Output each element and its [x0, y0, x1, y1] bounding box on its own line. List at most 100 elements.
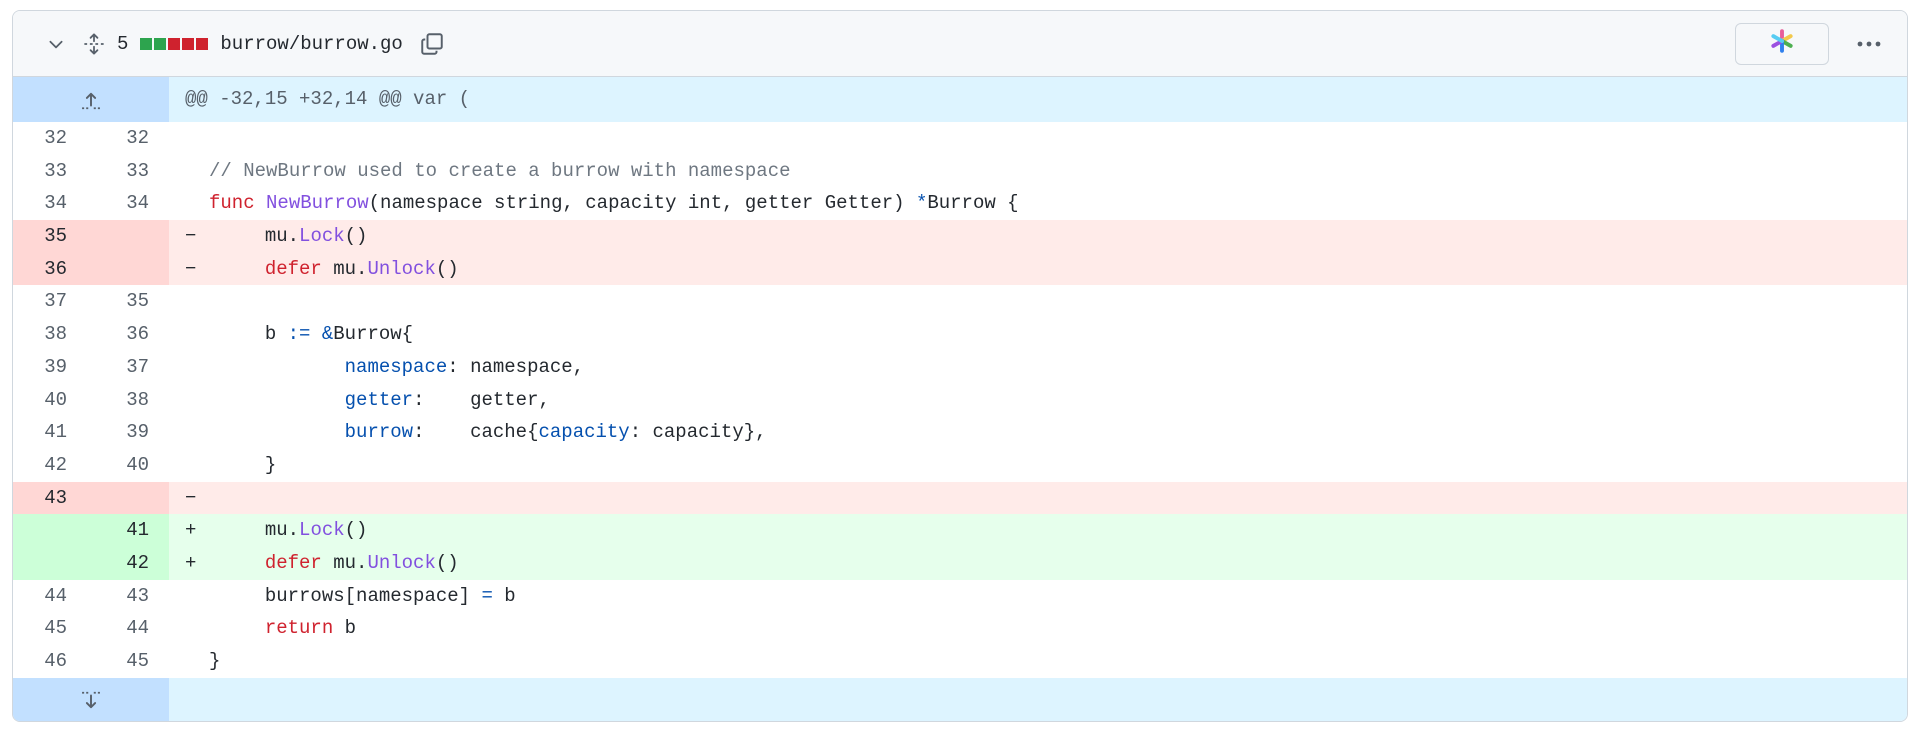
- new-line-number[interactable]: 41: [91, 514, 169, 547]
- diffstat-del-block: [168, 37, 181, 50]
- code-line: getter: getter,: [169, 383, 1907, 417]
- diff-marker: −: [185, 225, 197, 248]
- code-line: }: [169, 645, 1907, 678]
- expand-down-row: [13, 677, 1907, 721]
- new-line-number[interactable]: 44: [91, 612, 169, 645]
- code-line: burrows[namespace] = b: [169, 579, 1907, 613]
- code-text: defer mu.Unlock(): [209, 258, 459, 280]
- diff-marker: −: [185, 486, 197, 509]
- old-line-number[interactable]: 37: [13, 285, 91, 318]
- diff-line-ctx: 41 39 burrow: cache{capacity: capacity},: [13, 416, 1907, 449]
- code-line: + defer mu.Unlock(): [169, 546, 1907, 580]
- old-line-number[interactable]: [13, 547, 91, 580]
- diff-marker: +: [185, 551, 197, 574]
- new-line-number[interactable]: 32: [91, 122, 169, 155]
- code-line: burrow: cache{capacity: capacity},: [169, 416, 1907, 449]
- diff-line-ctx: 39 37 namespace: namespace,: [13, 350, 1907, 384]
- old-line-number[interactable]: 44: [13, 580, 91, 613]
- new-line-number[interactable]: [91, 220, 169, 253]
- code-token: b: [209, 323, 288, 346]
- new-line-number[interactable]: 34: [91, 187, 169, 220]
- diff-line-ctx: 40 38 getter: getter,: [13, 383, 1907, 417]
- diff-line-del: 43 −: [13, 481, 1907, 515]
- new-line-number[interactable]: 39: [91, 416, 169, 449]
- code-line: + mu.Lock(): [169, 514, 1907, 547]
- old-line-number[interactable]: 40: [13, 384, 91, 417]
- diffstat: [140, 37, 209, 50]
- old-line-number[interactable]: 39: [13, 351, 91, 384]
- new-line-number[interactable]: [91, 253, 169, 286]
- code-line: [169, 122, 1907, 155]
- code-token: : capacity},: [629, 421, 767, 444]
- code-token: b: [492, 584, 516, 607]
- fold-down-icon[interactable]: [76, 686, 106, 716]
- old-line-number[interactable]: [13, 514, 91, 547]
- sparkle-icon: [1769, 28, 1795, 59]
- old-line-number[interactable]: 43: [13, 482, 91, 515]
- old-line-number[interactable]: 35: [13, 220, 91, 253]
- code-line: [169, 285, 1907, 319]
- new-line-number[interactable]: [91, 482, 169, 515]
- new-line-number[interactable]: 42: [91, 547, 169, 580]
- code-text: b := &Burrow{: [209, 323, 413, 345]
- code-text: defer mu.Unlock(): [209, 552, 459, 574]
- copilot-button[interactable]: [1735, 22, 1829, 65]
- code-token: Burrow{: [333, 323, 414, 346]
- old-line-number[interactable]: 41: [13, 416, 91, 449]
- code-token: burrows[namespace]: [209, 584, 482, 607]
- old-line-number[interactable]: 46: [13, 645, 91, 678]
- new-line-number[interactable]: 33: [91, 155, 169, 188]
- new-line-number[interactable]: 37: [91, 351, 169, 384]
- code-token: : getter,: [413, 388, 550, 411]
- diff-line-ctx: 45 44 return b: [13, 612, 1907, 645]
- code-token: (): [344, 519, 368, 542]
- code-line: b := &Burrow{: [169, 318, 1907, 351]
- diff-lines: 32 32 33 33 // NewBurrow used to create a …: [13, 122, 1907, 678]
- diffstat-del-block: [182, 37, 195, 50]
- code-token: Lock: [299, 225, 345, 248]
- old-line-number[interactable]: 38: [13, 318, 91, 351]
- kebab-horizontal-icon[interactable]: [1849, 24, 1889, 64]
- new-line-number[interactable]: 45: [91, 645, 169, 678]
- diff-marker: [185, 122, 209, 155]
- old-line-number[interactable]: 36: [13, 253, 91, 286]
- code-line: func NewBurrow(namespace string, capacit…: [169, 187, 1907, 221]
- code-token: namespace: [344, 355, 448, 378]
- code-token: &: [321, 323, 334, 346]
- new-line-number[interactable]: 43: [91, 580, 169, 613]
- old-line-number[interactable]: 45: [13, 612, 91, 645]
- code-text: return b: [209, 617, 356, 639]
- code-token: // NewBurrow used to create a burrow wit…: [209, 159, 791, 182]
- chevron-down-icon[interactable]: [45, 33, 67, 55]
- diff-marker: [185, 580, 209, 613]
- code-token: mu.: [321, 551, 368, 574]
- old-line-number[interactable]: 33: [13, 155, 91, 188]
- diff-marker: +: [185, 519, 197, 542]
- diffstat-add-block: [140, 37, 153, 50]
- new-line-number[interactable]: 35: [91, 285, 169, 318]
- hunk-header: @@ -32,15 +32,14 @@ var (: [185, 88, 471, 110]
- copy-icon[interactable]: [417, 29, 447, 59]
- file-path[interactable]: burrow/burrow.go: [220, 33, 402, 55]
- diff-line-ctx: 38 36 b := &Burrow{: [13, 318, 1907, 351]
- code-text: getter: getter,: [209, 389, 550, 411]
- diff-marker: [185, 645, 209, 678]
- hunk-header-row: @@ -32,15 +32,14 @@ var (: [13, 77, 1907, 122]
- diff-table: @@ -32,15 +32,14 @@ var ( 32 32 33 33 // N…: [13, 77, 1907, 721]
- fold-up-icon[interactable]: [76, 85, 106, 115]
- new-line-number[interactable]: 38: [91, 384, 169, 417]
- old-line-number[interactable]: 32: [13, 122, 91, 155]
- unfold-icon[interactable]: [81, 31, 107, 57]
- code-token: : namespace,: [447, 355, 585, 378]
- old-line-number[interactable]: 42: [13, 449, 91, 482]
- diffstat-del-block: [196, 37, 209, 50]
- code-token: func: [209, 192, 255, 215]
- new-line-number[interactable]: 40: [91, 449, 169, 482]
- code-token: NewBurrow: [266, 192, 369, 215]
- old-line-number[interactable]: 34: [13, 187, 91, 220]
- code-token: mu.: [209, 225, 300, 248]
- new-line-number[interactable]: 36: [91, 318, 169, 351]
